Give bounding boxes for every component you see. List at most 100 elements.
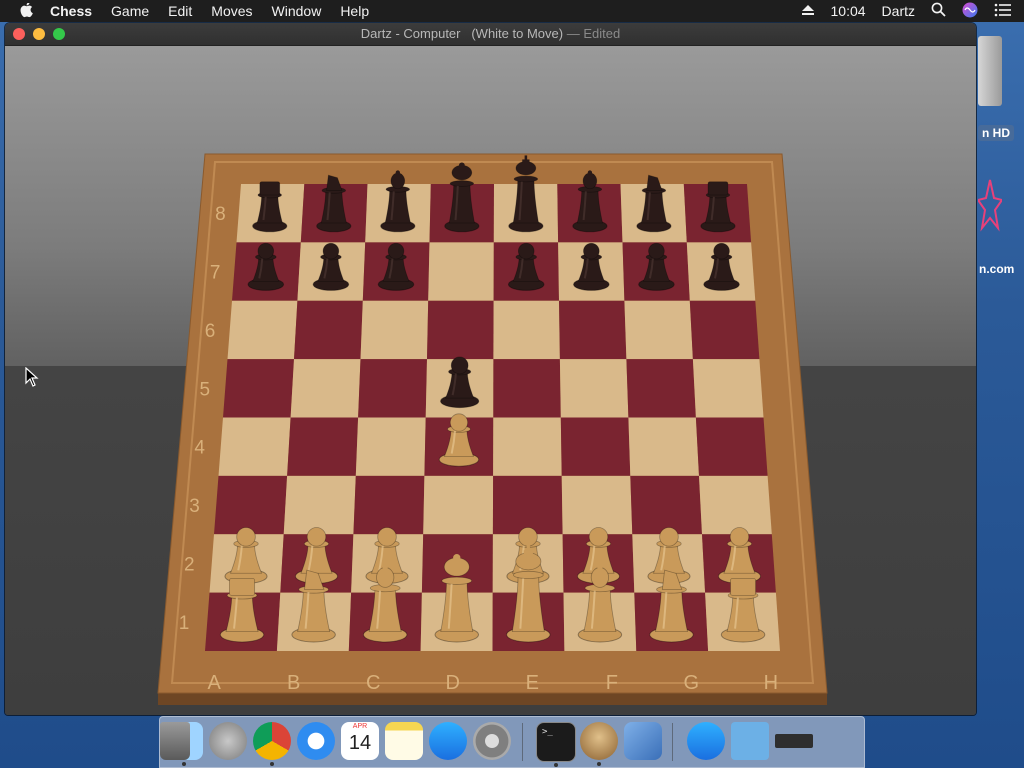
notes-icon[interactable] — [385, 722, 423, 760]
window-title-status: (White to Move) — [471, 26, 564, 41]
rank-label: 7 — [210, 263, 221, 284]
square-b4[interactable] — [287, 417, 359, 476]
square-h3[interactable] — [699, 475, 772, 535]
menu-game[interactable]: Game — [111, 0, 149, 22]
window-title: Dartz - Computer (White to Move) — Edite… — [5, 23, 976, 45]
preview-icon[interactable] — [624, 722, 662, 760]
chrome-icon[interactable] — [253, 722, 291, 766]
dock: APR 14 >_ — [159, 716, 865, 768]
file-label: A — [208, 672, 222, 694]
square-e6[interactable] — [493, 300, 560, 360]
menu-edit[interactable]: Edit — [168, 0, 192, 22]
dock-separator — [522, 723, 523, 761]
desktop-file-icon[interactable] — [978, 178, 1002, 238]
hard-drive-desktop-icon[interactable] — [978, 36, 1002, 106]
menu-window[interactable]: Window — [272, 0, 322, 22]
terminal-prompt-glyph: >_ — [542, 727, 553, 737]
launchpad-icon[interactable] — [209, 722, 247, 760]
menu-bar: Chess Game Edit Moves Window Help 10:04 … — [0, 0, 1024, 22]
square-g3[interactable] — [630, 475, 702, 535]
running-indicator — [554, 763, 558, 767]
system-preferences-icon[interactable] — [473, 722, 511, 760]
app-store-icon[interactable] — [429, 722, 467, 760]
square-c5[interactable] — [358, 359, 427, 418]
terminal-icon[interactable]: >_ — [536, 722, 576, 767]
siri-icon[interactable] — [962, 2, 978, 21]
square-g6[interactable] — [624, 300, 693, 360]
square-d3[interactable] — [423, 475, 494, 535]
menubar-user[interactable]: Dartz — [882, 3, 915, 19]
drive-icon[interactable] — [775, 734, 813, 748]
hard-drive-label: n HD — [978, 125, 1014, 141]
mouse-cursor-icon — [25, 367, 39, 387]
eject-icon[interactable] — [801, 3, 815, 19]
chess-icon[interactable] — [580, 722, 618, 766]
menu-moves[interactable]: Moves — [211, 0, 252, 22]
square-b6[interactable] — [294, 300, 363, 360]
square-g5[interactable] — [626, 359, 696, 418]
safari-icon[interactable] — [297, 722, 335, 760]
square-e4[interactable] — [493, 417, 562, 476]
rank-label: 1 — [179, 613, 190, 634]
square-e5[interactable] — [493, 359, 561, 418]
menubar-clock[interactable]: 10:04 — [831, 3, 866, 19]
square-d6[interactable] — [427, 300, 494, 360]
square-b5[interactable] — [290, 359, 361, 418]
desktop-file-label: n.com — [979, 262, 1015, 276]
square-f6[interactable] — [559, 300, 627, 360]
file-label: H — [764, 672, 778, 694]
square-g4[interactable] — [628, 417, 699, 476]
calendar-icon[interactable]: APR 14 — [341, 722, 379, 760]
square-c4[interactable] — [355, 417, 426, 476]
board-view[interactable]: A B C D E F G H 1 2 3 4 5 6 7 8 — [5, 46, 976, 715]
square-c6[interactable] — [360, 300, 429, 360]
file-label: B — [287, 672, 300, 694]
running-indicator — [270, 762, 274, 766]
file-label: C — [366, 672, 380, 694]
square-h6[interactable] — [689, 300, 760, 360]
dock-separator — [672, 723, 673, 761]
square-d7[interactable] — [428, 242, 494, 301]
folder-icon[interactable] — [731, 722, 769, 760]
rank-label: 5 — [200, 379, 211, 400]
board-squares — [205, 184, 780, 651]
square-c3[interactable] — [353, 475, 425, 535]
running-indicator — [182, 762, 186, 766]
board-frame-edge — [158, 693, 827, 705]
chess-window: Dartz - Computer (White to Move) — Edite… — [5, 23, 976, 715]
square-f4[interactable] — [560, 417, 631, 476]
trash-icon[interactable] — [160, 722, 190, 760]
square-a3[interactable] — [214, 475, 288, 535]
square-b3[interactable] — [283, 475, 356, 535]
rank-label: 4 — [194, 438, 205, 459]
calendar-day: 14 — [348, 732, 372, 754]
square-a6[interactable] — [227, 300, 298, 360]
rank-label: 3 — [189, 496, 200, 517]
file-label: D — [445, 672, 459, 694]
apple-menu-icon[interactable] — [18, 2, 36, 20]
square-h4[interactable] — [695, 417, 768, 476]
window-titlebar[interactable]: Dartz - Computer (White to Move) — Edite… — [5, 23, 976, 46]
chess-board[interactable]: A B C D E F G H 1 2 3 4 5 6 7 8 — [5, 46, 976, 715]
window-title-edited: — Edited — [566, 26, 621, 41]
square-a5[interactable] — [223, 359, 294, 418]
window-title-name: Dartz - Computer — [360, 26, 461, 41]
rank-label: 2 — [184, 554, 195, 575]
menu-app-chess[interactable]: Chess — [50, 0, 92, 22]
app-store-folder-icon[interactable] — [687, 722, 725, 760]
spotlight-search-icon[interactable] — [931, 2, 946, 20]
menu-help[interactable]: Help — [340, 0, 369, 22]
square-e3[interactable] — [492, 475, 563, 535]
square-f3[interactable] — [561, 475, 633, 535]
rank-label: 8 — [215, 204, 226, 225]
calendar-month: APR — [352, 723, 368, 730]
file-label: F — [606, 672, 618, 694]
square-a4[interactable] — [218, 417, 291, 476]
square-f5[interactable] — [559, 359, 629, 418]
running-indicator — [597, 762, 601, 766]
notification-center-icon[interactable] — [994, 3, 1012, 20]
file-label: G — [684, 672, 700, 694]
square-h5[interactable] — [692, 359, 764, 418]
file-label: E — [526, 672, 539, 694]
rank-label: 6 — [205, 321, 216, 342]
